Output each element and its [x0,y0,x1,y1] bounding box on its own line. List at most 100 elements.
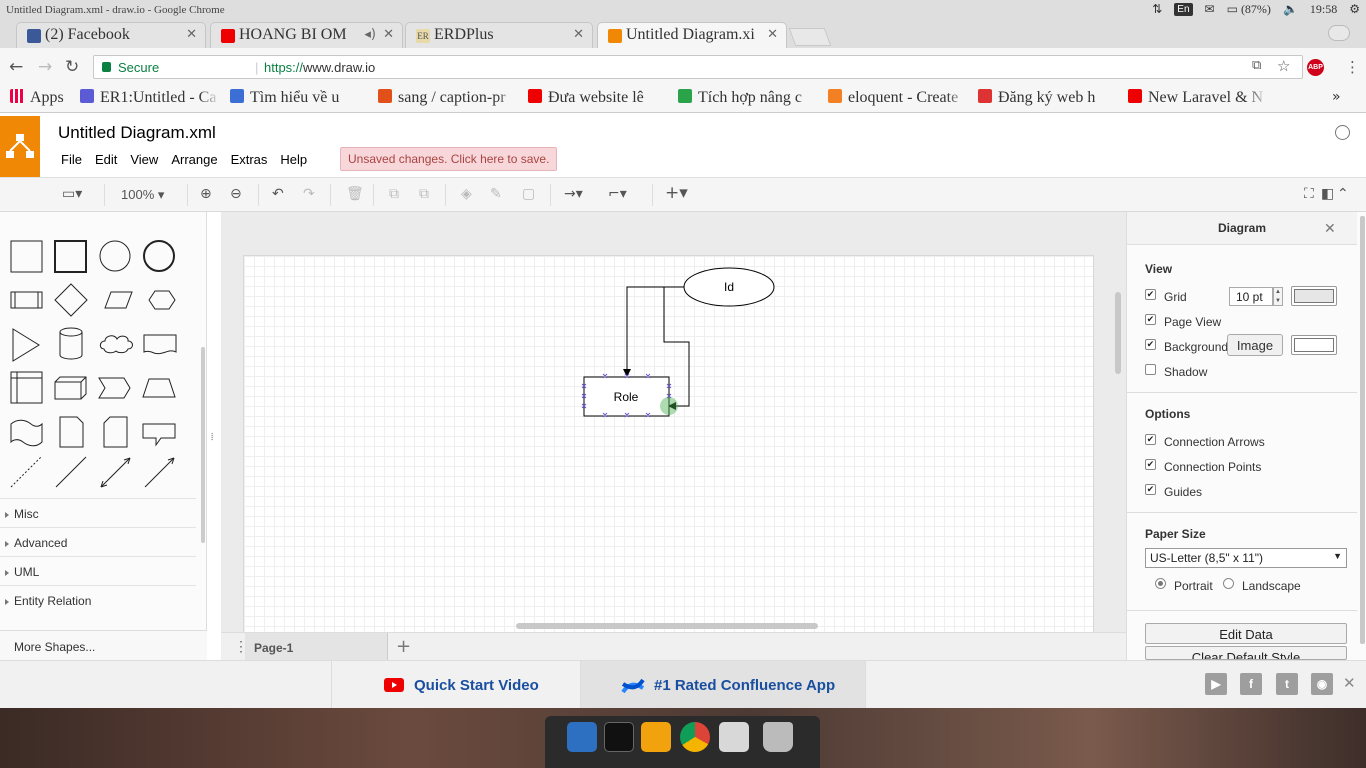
bookmark-item[interactable]: New Laravel & N [1128,89,1268,107]
bookmark-item[interactable]: ER1:Untitled - Ca [80,89,220,107]
twitter-social-icon[interactable]: t [1276,673,1298,695]
grid-size-stepper[interactable]: ▲ ▼ [1273,287,1283,306]
tape-shape[interactable] [10,419,43,447]
diagram-page[interactable]: Id Role [243,255,1094,632]
background-color-swatch[interactable] [1291,335,1337,355]
menu-view[interactable]: View [130,152,158,167]
role-rectangle-shape[interactable]: Role [583,376,670,417]
shadow-icon[interactable]: ▢ [522,186,535,202]
process-shape[interactable] [10,291,43,309]
sublime-text-icon[interactable] [641,722,671,752]
radio-unselected[interactable] [1223,578,1234,589]
github-social-icon[interactable]: ◉ [1311,673,1333,695]
clock[interactable]: 19:58 [1310,2,1337,17]
category-entity-relation[interactable]: Entity Relation [0,585,196,614]
network-icon[interactable]: ⇅ [1152,2,1162,17]
menu-file[interactable]: File [61,152,82,167]
close-tab-icon[interactable]: ✕ [767,27,778,42]
card-shape[interactable] [103,416,128,448]
redo-icon[interactable]: ↷ [303,186,315,202]
waypoints-icon[interactable]: ⌐▾ [608,186,627,202]
bookmarks-overflow-icon[interactable]: » [1332,89,1341,105]
battery-status[interactable]: ▭ (87%) [1227,2,1271,17]
category-misc[interactable]: Misc [0,498,196,527]
category-uml[interactable]: UML [0,556,196,585]
line-shape[interactable] [55,456,87,488]
menu-help[interactable]: Help [280,152,307,167]
zoom-out-icon[interactable]: ⊖ [230,186,242,202]
bookmark-item[interactable]: Đưa website lê [528,89,666,107]
tab-erdplus[interactable]: ER ERDPlus ✕ [405,22,593,48]
delete-icon[interactable]: 🗑 [346,186,364,202]
sidebar-scrollbar[interactable] [201,347,205,543]
page-tab-page-1[interactable]: Page-1 [245,633,388,661]
callout-shape[interactable] [142,423,176,447]
reload-icon[interactable]: ↻ [65,57,79,77]
grid-size-input[interactable]: 10 pt [1229,287,1273,306]
radio-selected[interactable] [1155,578,1166,589]
zoom-level-dropdown[interactable]: 100% ▾ [121,187,164,203]
cloud-shape[interactable] [99,335,133,354]
triangle-shape[interactable] [12,328,40,362]
edit-data-button[interactable]: Edit Data [1145,623,1347,644]
facebook-social-icon[interactable]: f [1240,673,1262,695]
parallelogram-shape[interactable] [104,291,133,309]
bookmark-apps[interactable]: Apps [10,89,72,107]
language-globe-icon[interactable] [1335,125,1350,140]
fullscreen-icon[interactable]: ⛶ [1304,186,1314,202]
profile-icon[interactable] [1328,25,1350,41]
clear-default-style-button[interactable]: Clear Default Style [1145,646,1347,660]
menu-arrange[interactable]: Arrange [171,152,217,167]
document-title[interactable]: Untitled Diagram.xml [58,123,216,143]
bookmark-item[interactable]: eloquent - Create [828,89,968,107]
add-page-icon[interactable]: + [396,636,411,657]
line-color-icon[interactable]: ✎ [490,186,502,202]
menu-extras[interactable]: Extras [231,152,268,167]
format-panel-scrollbar[interactable] [1360,216,1365,644]
chrome-menu-icon[interactable]: ⋮ [1345,58,1360,76]
circle-shape[interactable] [99,240,131,272]
back-arrow-icon[interactable]: ← [9,57,23,77]
youtube-social-icon[interactable]: ▶ [1205,673,1227,695]
trash-icon[interactable] [763,722,793,752]
collapse-chevron-up-icon[interactable]: ⌃ [1337,186,1349,202]
trapezoid-shape[interactable] [142,378,176,398]
note-shape[interactable] [59,416,84,448]
insert-plus-icon[interactable]: +▾ [665,183,688,203]
close-tab-icon[interactable]: ✕ [573,27,584,42]
confluence-app-button[interactable]: #1 Rated Confluence App [581,661,866,709]
close-icon[interactable]: ✕ [1324,220,1336,237]
to-front-icon[interactable]: ⧉ [389,186,399,202]
more-shapes-button[interactable]: More Shapes... [0,630,207,660]
square-shape[interactable] [54,240,87,273]
internal-storage-shape[interactable] [10,371,43,404]
canvas-vertical-scrollbar[interactable] [1115,292,1121,374]
diamond-shape[interactable] [54,283,88,317]
anchor-app-icon[interactable] [567,722,597,752]
bookmark-item[interactable]: Đăng ký web h [978,89,1118,107]
grid-color-swatch[interactable] [1291,286,1337,306]
settings-gear-icon[interactable]: ⚙ [1349,2,1360,17]
mail-icon[interactable]: ✉ [1205,2,1215,17]
menu-edit[interactable]: Edit [95,152,117,167]
background-image-button[interactable]: Image [1227,334,1283,356]
double-circle-shape[interactable] [143,240,175,272]
close-icon[interactable]: ✕ [1343,674,1356,692]
to-back-icon[interactable]: ⧉ [419,186,429,202]
canvas-horizontal-scrollbar[interactable] [516,623,818,629]
connector-edge[interactable] [626,286,684,373]
close-tab-icon[interactable]: ✕ [383,27,394,42]
drawio-logo[interactable] [0,116,40,177]
bidirectional-arrow-shape[interactable] [100,457,131,488]
tab-facebook[interactable]: (2) Facebook ✕ [16,22,206,48]
volume-icon[interactable]: 🔈 [1283,2,1298,17]
forward-arrow-icon[interactable]: → [38,57,52,77]
quick-start-video-button[interactable]: Quick Start Video [331,661,581,709]
url-input[interactable]: Secure | https://www.draw.io ⧉ ☆ [93,55,1303,79]
checkbox-checked[interactable]: ✔ [1145,339,1156,350]
mute-audio-icon[interactable]: ◂) [364,27,376,42]
terminal-icon[interactable] [604,722,634,752]
hexagon-shape[interactable] [148,290,176,310]
format-panel-icon[interactable]: ◧ [1321,186,1334,202]
file-manager-icon[interactable] [719,722,749,752]
